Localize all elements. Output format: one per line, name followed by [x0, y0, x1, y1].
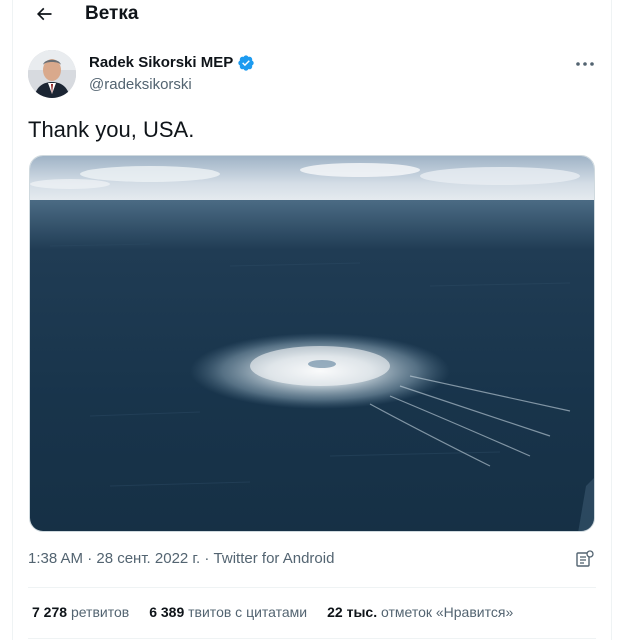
retweets-label: ретвитов: [70, 604, 130, 620]
more-horizontal-icon: [576, 62, 594, 66]
quotes-stat[interactable]: 6 389 твитов с цитатами: [149, 602, 307, 622]
retweets-count: 7 278: [32, 604, 68, 620]
likes-stat[interactable]: 22 тыс. отметок «Нравится»: [327, 602, 513, 622]
quotes-count: 6 389: [149, 604, 185, 620]
verified-badge-icon: [238, 55, 254, 71]
author-handle[interactable]: @radeksikorski: [89, 75, 192, 95]
tweet-photo[interactable]: [29, 155, 595, 532]
page-title: Ветка: [85, 3, 139, 24]
column-border-left: [12, 0, 13, 640]
tweet-timestamp[interactable]: 1:38 AM · 28 сент. 2022 г. · Twitter for…: [28, 549, 334, 569]
likes-label: отметок «Нравится»: [380, 604, 514, 620]
author-name[interactable]: Radek Sikorski MEP: [89, 53, 255, 73]
tweet-text: Thank you, USA.: [28, 117, 195, 142]
analytics-icon: [576, 550, 594, 567]
retweets-stat[interactable]: 7 278 ретвитов: [32, 602, 129, 622]
author-name-text: Radek Sikorski MEP: [89, 54, 234, 71]
column-border-right: [611, 0, 612, 640]
back-button[interactable]: [27, 0, 61, 28]
avatar[interactable]: [28, 50, 76, 98]
analytics-button[interactable]: [574, 548, 596, 570]
divider: [28, 587, 596, 588]
more-options-button[interactable]: [570, 54, 600, 74]
divider: [28, 638, 596, 639]
likes-count: 22 тыс.: [327, 604, 378, 620]
tweet-stats: 7 278 ретвитов 6 389 твитов с цитатами 2…: [32, 602, 533, 622]
arrow-left-icon: [36, 7, 52, 21]
quotes-label: твитов с цитатами: [188, 604, 308, 620]
page-header: Ветка: [13, 0, 611, 30]
